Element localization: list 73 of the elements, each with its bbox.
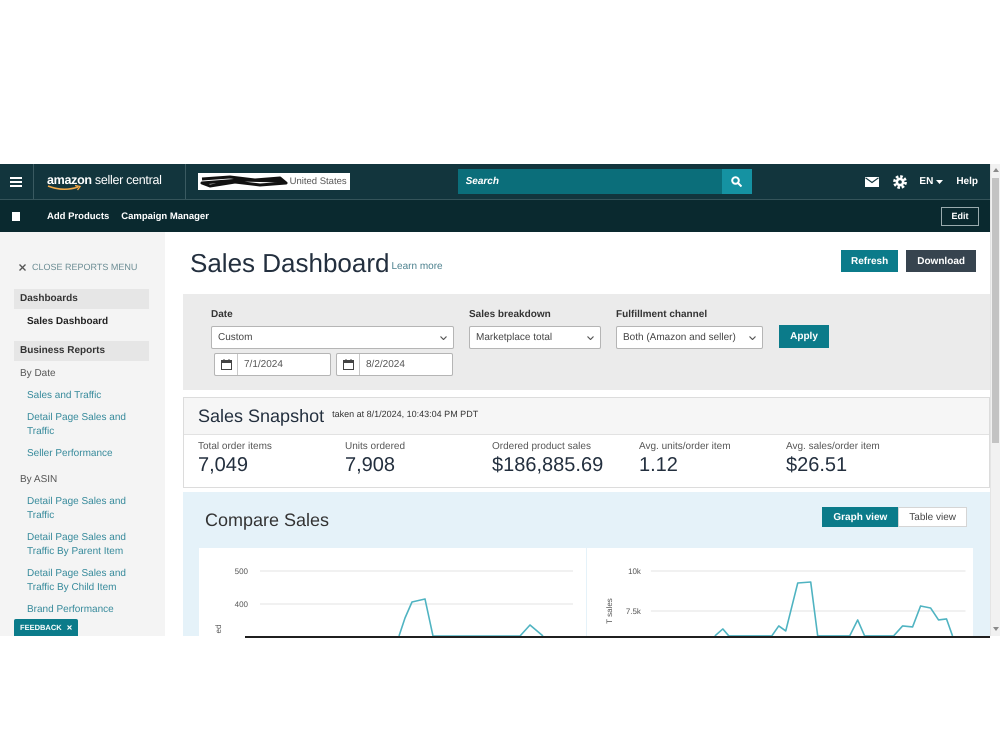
learn-more-link[interactable]: Learn more bbox=[391, 260, 443, 272]
sidebar-link[interactable]: Detail Page Sales and Traffic By Parent Item bbox=[14, 527, 150, 563]
refresh-button[interactable]: Refresh bbox=[840, 250, 898, 272]
close-icon bbox=[66, 625, 72, 630]
apply-button[interactable]: Apply bbox=[779, 325, 829, 348]
search-icon bbox=[731, 176, 742, 187]
field-label: Date bbox=[211, 309, 234, 320]
axis-label: T sales bbox=[604, 598, 614, 624]
view-toggle-button[interactable]: Graph view bbox=[822, 507, 898, 527]
menu-icon[interactable] bbox=[10, 176, 22, 186]
settings-icon[interactable] bbox=[893, 174, 908, 188]
section-title: Sales Snapshot bbox=[198, 406, 324, 426]
metric-label: Avg. units/order item bbox=[639, 441, 732, 452]
group-label: By ASIN bbox=[19, 473, 58, 487]
metric-value: $26.51 bbox=[786, 454, 848, 477]
sidebar-link[interactable]: Sales Dashboard bbox=[14, 311, 150, 333]
axis-tick-label: 10k bbox=[628, 567, 640, 576]
metric-label: Total order items bbox=[198, 441, 273, 452]
nav-link[interactable]: Campaign Manager bbox=[121, 210, 209, 222]
axis-tick-label: 400 bbox=[234, 600, 248, 609]
group-label: By Date bbox=[19, 367, 56, 381]
dropdown[interactable]: Marketplace total bbox=[469, 326, 601, 349]
caret-down-icon bbox=[936, 180, 944, 184]
section-header: Dashboards bbox=[14, 289, 149, 309]
search-field[interactable]: Search bbox=[458, 169, 722, 194]
axis-tick-label: 500 bbox=[234, 567, 248, 576]
chevron-down-icon bbox=[587, 336, 594, 340]
dropdown[interactable]: Custom bbox=[211, 326, 454, 349]
sidebar-link[interactable]: Sales and Traffic bbox=[14, 385, 150, 407]
field-label: Fulfillment channel bbox=[616, 309, 708, 320]
metric-label: Ordered product sales bbox=[492, 441, 592, 452]
language-selector[interactable]: EN bbox=[919, 176, 944, 187]
view-toggle-button[interactable]: Table view bbox=[898, 507, 967, 527]
metric-label: Avg. sales/order item bbox=[786, 441, 881, 452]
field-label: Sales breakdown bbox=[469, 309, 552, 320]
square-icon[interactable] bbox=[12, 212, 20, 220]
help-link[interactable]: Help bbox=[956, 176, 978, 187]
download-button[interactable]: Download bbox=[906, 250, 976, 272]
nav-link[interactable]: Add Products bbox=[47, 210, 110, 222]
edit-button[interactable]: Edit bbox=[941, 206, 979, 226]
logo-wordmark[interactable]: amazon seller central bbox=[47, 172, 162, 186]
search-button[interactable] bbox=[722, 169, 752, 194]
caret-down-icon bbox=[992, 627, 998, 631]
chevron-down-icon bbox=[440, 336, 447, 340]
smile-arrow-icon bbox=[47, 184, 81, 190]
calendar-icon bbox=[342, 359, 354, 370]
date-input[interactable]: 7/1/2024 bbox=[214, 353, 331, 376]
date-input[interactable]: 8/2/2024 bbox=[336, 353, 453, 376]
metric-value: 7,908 bbox=[345, 454, 396, 477]
sidebar-link[interactable]: Seller Performance bbox=[14, 443, 150, 465]
dropdown[interactable]: Both (Amazon and seller) bbox=[616, 326, 763, 349]
sidebar-link[interactable]: Detail Page Sales and Traffic bbox=[14, 407, 150, 443]
section-title: Compare Sales bbox=[205, 510, 330, 530]
close-icon bbox=[19, 264, 26, 270]
scrollbar[interactable] bbox=[990, 164, 1000, 636]
page-title: Sales Dashboard bbox=[190, 248, 390, 278]
store-selector[interactable]: United States bbox=[198, 173, 350, 190]
metric-value: $186,885.69 bbox=[492, 454, 604, 477]
sidebar-link[interactable]: Detail Page Sales and Traffic By Child Item bbox=[14, 563, 150, 599]
caret-up-icon bbox=[992, 168, 998, 172]
metric-value: 7,049 bbox=[198, 454, 250, 477]
metric-label: Units ordered bbox=[345, 441, 406, 452]
mail-icon[interactable] bbox=[865, 176, 880, 186]
calendar-icon bbox=[220, 359, 232, 370]
axis-label: ed bbox=[214, 624, 223, 634]
sidebar-link[interactable]: Brand Performance bbox=[14, 599, 150, 621]
section-header: Business Reports bbox=[14, 341, 149, 361]
timestamp-text: taken at 8/1/2024, 10:43:04 PM PDT bbox=[332, 408, 478, 418]
axis-tick-label: 7.5k bbox=[625, 606, 640, 616]
sidebar-link[interactable]: Detail Page Sales and Traffic bbox=[14, 491, 150, 527]
metric-value: 1.12 bbox=[639, 454, 679, 477]
chevron-down-icon bbox=[749, 336, 756, 340]
scrollbar-thumb[interactable] bbox=[992, 178, 999, 443]
